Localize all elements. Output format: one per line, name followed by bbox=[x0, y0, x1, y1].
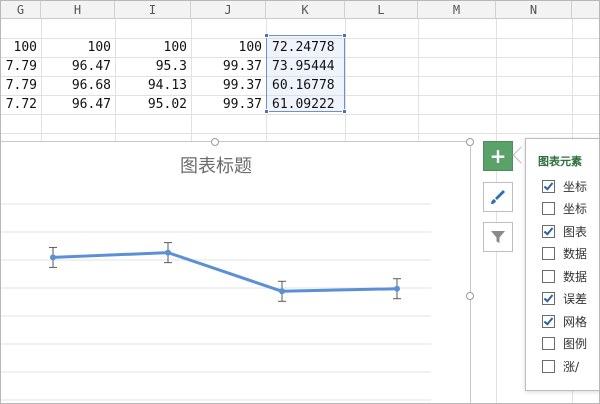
pane-item[interactable]: 图例 bbox=[542, 334, 587, 354]
checkbox[interactable] bbox=[542, 337, 555, 350]
filter-icon bbox=[491, 231, 505, 243]
checkmark-icon bbox=[543, 179, 554, 191]
pane-item[interactable]: 误差 bbox=[542, 289, 587, 309]
cell-j2[interactable]: 99.37 bbox=[191, 57, 266, 76]
column-header-n[interactable]: N bbox=[496, 1, 572, 19]
pane-item-label: 数据 bbox=[563, 247, 588, 261]
data-point[interactable] bbox=[279, 288, 285, 295]
data-point[interactable] bbox=[165, 249, 171, 256]
chart-resize-handle-top[interactable] bbox=[211, 138, 219, 146]
checkbox[interactable] bbox=[542, 292, 555, 305]
spreadsheet-window: G H I J K L M N 100 100 100 100 72.24778… bbox=[0, 0, 600, 404]
pane-item[interactable]: 坐标 bbox=[542, 176, 587, 196]
chart-elements-pane: 图表元素 坐标 坐标 图表 数据 数据 误差 网格 图例 涨/ bbox=[525, 138, 599, 391]
pane-item-label: 涨/ bbox=[563, 359, 580, 374]
column-header-i[interactable]: I bbox=[115, 1, 191, 19]
embedded-line-chart[interactable]: 图表标题 bbox=[1, 138, 474, 404]
column-header-row: G H I J K L M N bbox=[1, 1, 599, 19]
pane-item-label: 图表 bbox=[563, 224, 588, 239]
checkbox[interactable] bbox=[542, 314, 555, 328]
pane-item[interactable]: 网格 bbox=[542, 311, 587, 331]
cell-h2[interactable]: 96.47 bbox=[41, 57, 115, 76]
checkbox[interactable] bbox=[542, 247, 555, 260]
cell-h1[interactable]: 100 bbox=[41, 38, 115, 57]
pane-item-label: 坐标 bbox=[563, 179, 588, 194]
cell-g4[interactable]: 7.72 bbox=[1, 95, 41, 114]
column-header-h[interactable]: H bbox=[41, 1, 115, 19]
cell-k1[interactable]: 72.24778 bbox=[266, 38, 345, 57]
checkbox[interactable] bbox=[542, 224, 555, 238]
pane-item-label: 网格 bbox=[563, 314, 588, 329]
series-line[interactable] bbox=[52, 251, 398, 293]
data-point[interactable] bbox=[50, 254, 56, 261]
pane-item[interactable]: 数据 bbox=[542, 244, 587, 264]
pane-item[interactable]: 坐标 bbox=[542, 199, 587, 219]
cell-h3[interactable]: 96.68 bbox=[41, 76, 115, 95]
checkbox[interactable] bbox=[542, 202, 555, 215]
cell-g1[interactable]: 100 bbox=[1, 38, 41, 57]
paintbrush-icon bbox=[491, 190, 505, 204]
plus-icon: + bbox=[489, 144, 507, 168]
cell-j4[interactable]: 99.37 bbox=[191, 95, 266, 114]
checkmark-icon bbox=[543, 314, 554, 326]
pane-title: 图表元素 bbox=[538, 155, 582, 168]
pane-item[interactable]: 数据 bbox=[542, 266, 587, 286]
column-header-l[interactable]: L bbox=[345, 1, 418, 19]
cell-j3[interactable]: 99.37 bbox=[191, 76, 266, 95]
cell-g2[interactable]: 7.79 bbox=[1, 57, 41, 76]
cell-i2[interactable]: 95.3 bbox=[115, 57, 191, 76]
cell-k3[interactable]: 60.16778 bbox=[266, 76, 345, 95]
pane-item[interactable]: 图表 bbox=[542, 221, 587, 241]
chart-elements-button[interactable]: + bbox=[483, 141, 513, 171]
cell-g3[interactable]: 7.79 bbox=[1, 76, 41, 95]
cell-i4[interactable]: 95.02 bbox=[115, 95, 191, 114]
cell-i1[interactable]: 100 bbox=[115, 38, 191, 57]
chart-filters-button[interactable] bbox=[483, 222, 513, 252]
pane-item[interactable]: 涨/ bbox=[542, 356, 579, 376]
chart-resize-handle-right[interactable] bbox=[466, 292, 474, 300]
checkbox[interactable] bbox=[542, 359, 555, 373]
cell-k2[interactable]: 73.95444 bbox=[266, 57, 345, 76]
cell-h4[interactable]: 96.47 bbox=[41, 95, 115, 114]
chart-resize-handle-top-right[interactable] bbox=[466, 138, 474, 146]
column-header-k[interactable]: K bbox=[266, 1, 345, 19]
pane-item-label: 坐标 bbox=[563, 202, 588, 216]
checkbox[interactable] bbox=[542, 269, 555, 283]
column-header-g[interactable]: G bbox=[1, 1, 41, 19]
chart-styles-button[interactable] bbox=[483, 182, 513, 212]
checkbox[interactable] bbox=[542, 179, 555, 193]
column-header-m[interactable]: M bbox=[418, 1, 496, 19]
cell-i3[interactable]: 94.13 bbox=[115, 76, 191, 95]
column-header-j[interactable]: J bbox=[191, 1, 266, 19]
checkmark-icon bbox=[543, 224, 554, 236]
checkmark-icon bbox=[543, 292, 554, 303]
chart-plot-area[interactable] bbox=[1, 142, 471, 404]
pane-item-label: 图例 bbox=[563, 337, 588, 351]
pane-item-label: 误差 bbox=[563, 292, 588, 306]
pane-item-label: 数据 bbox=[563, 269, 588, 284]
cell-k4[interactable]: 61.09222 bbox=[266, 95, 345, 114]
data-point[interactable] bbox=[394, 285, 400, 292]
cell-j1[interactable]: 100 bbox=[191, 38, 266, 57]
